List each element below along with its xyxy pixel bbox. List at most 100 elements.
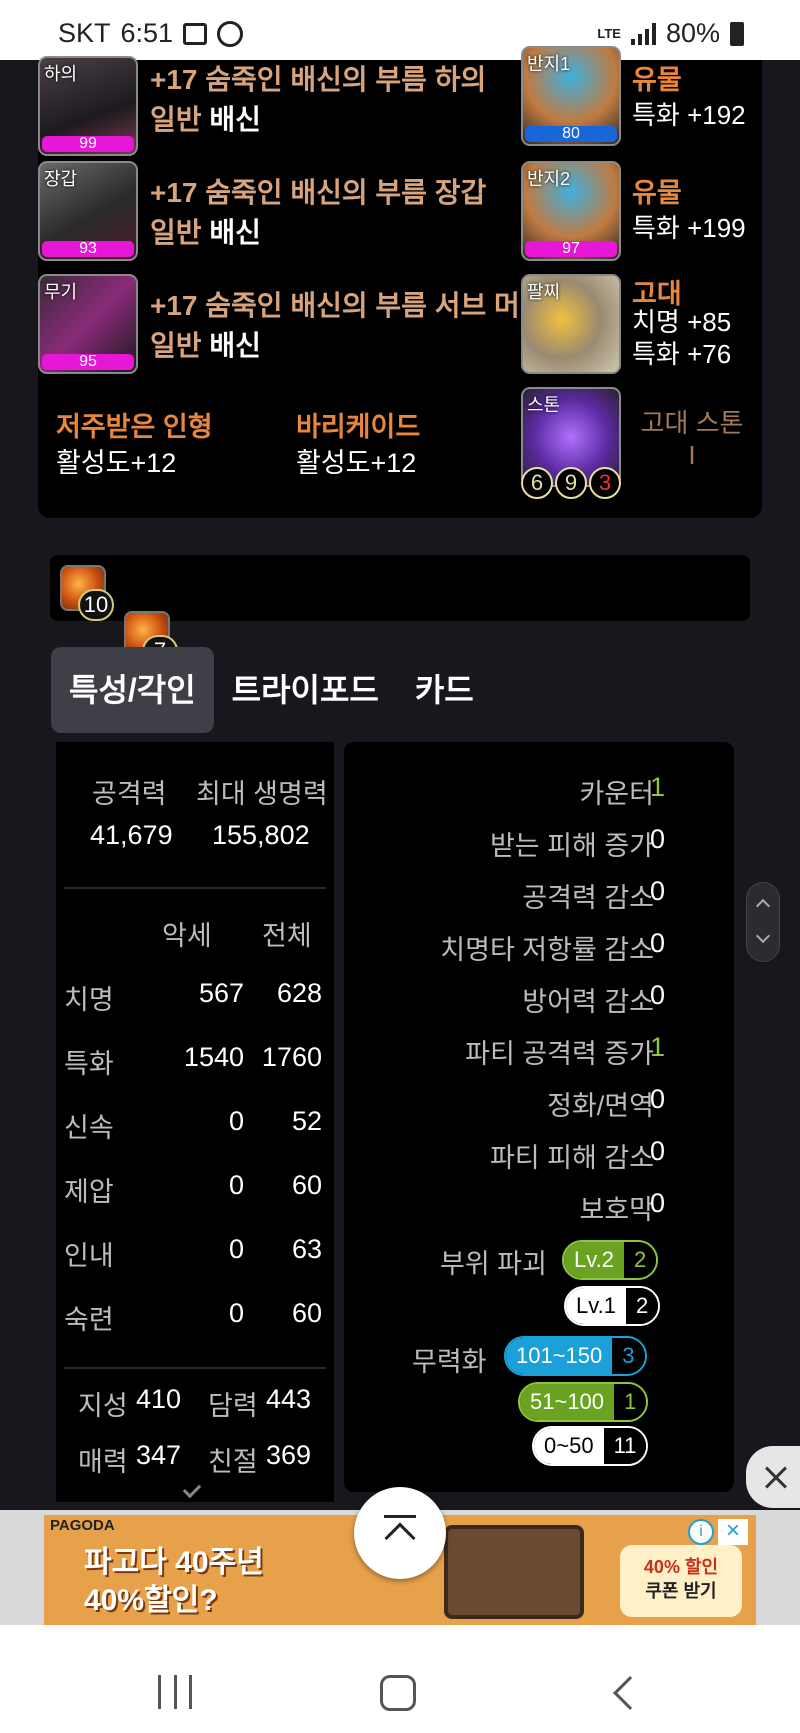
effect-name: 파티 피해 감소 — [489, 1143, 654, 1173]
gun-icon: 무기 95 — [38, 274, 138, 374]
item-grade: 일반 배신 — [150, 330, 261, 361]
effect-value: 0 — [650, 1188, 666, 1218]
divider — [64, 887, 326, 889]
close-ad-button[interactable] — [746, 1446, 800, 1508]
combat-effects-panel: 카운터 1 받는 피해 증가 0 공격력 감소 0 치명타 저항률 감소 0 방… — [344, 742, 734, 1492]
part-break-label: 부위 파괴 — [440, 1249, 547, 1279]
item-name: +17 숨죽인 배신의 부름 장갑 — [150, 177, 487, 208]
hp-label: 최대 생명력 — [196, 779, 328, 809]
effect-value: 0 — [650, 824, 666, 854]
part-break-pill: Lv.1 2 — [564, 1286, 661, 1326]
accessory-stat: 특화 +199 — [632, 213, 746, 243]
quality-bar: 97 — [525, 241, 617, 257]
home-button[interactable] — [380, 1675, 416, 1711]
stat-acc: 0 — [228, 1106, 244, 1136]
stats-panel: 공격력 41,679 최대 생명력 155,802 악세 전체 치명 567 6… — [56, 742, 334, 1502]
scroll-top-button[interactable] — [354, 1487, 446, 1579]
accessory-grade: 유물 — [632, 178, 682, 208]
stone-item[interactable]: 스톤 6 9 3 — [521, 387, 621, 499]
effect-value: 0 — [650, 928, 666, 958]
ring-icon: 반지1 80 — [521, 46, 621, 146]
slot-label: 팔찌 — [527, 282, 561, 302]
effect-value: 1 — [650, 772, 666, 802]
stat-total: 60 — [291, 1298, 322, 1328]
stat-acc: 0 — [228, 1170, 244, 1200]
slot-label: 스톤 — [527, 395, 561, 415]
bracelet-icon: 팔찌 — [521, 274, 621, 374]
signal-icon — [630, 22, 656, 45]
slot-label: 하의 — [44, 64, 78, 84]
accessory-stat: 특화 +76 — [632, 339, 732, 369]
slot-label: 반지2 — [527, 169, 571, 189]
ad-info-icon[interactable]: i — [688, 1519, 714, 1545]
equip-item[interactable]: 무기 95 — [38, 274, 138, 374]
col-accessory: 악세 — [162, 921, 212, 951]
stat-total: 1760 — [261, 1042, 322, 1072]
battery-icon — [730, 21, 744, 46]
attr-name: 친절 — [208, 1447, 258, 1477]
recent-apps-button[interactable] — [158, 1675, 192, 1709]
clock: 6:51 — [120, 18, 174, 48]
chevron-down-icon[interactable] — [182, 1479, 202, 1499]
tab-cards[interactable]: 카드 — [397, 647, 492, 733]
tab-tripod[interactable]: 트라이포드 — [214, 647, 397, 733]
stat-name: 제압 — [64, 1177, 114, 1207]
ad-tv-image — [444, 1525, 584, 1619]
attr-name: 매력 — [78, 1447, 128, 1477]
stat-name: 인내 — [64, 1241, 114, 1271]
attr-value: 443 — [266, 1384, 312, 1414]
stone-level-2: 9 — [555, 467, 587, 499]
scroll-handle[interactable] — [746, 882, 780, 962]
quality-bar: 95 — [42, 354, 134, 370]
attr-value: 369 — [266, 1440, 312, 1470]
effect-name: 방어력 감소 — [522, 987, 654, 1017]
effect-value: 1 — [650, 1032, 666, 1062]
item-grade: 일반 배신 — [150, 104, 261, 135]
battery-percent: 80% — [665, 18, 720, 48]
quality-bar: 93 — [42, 241, 134, 257]
accessory-item[interactable]: 반지1 80 — [521, 46, 621, 146]
effect-name: 치명타 저항률 감소 — [440, 935, 654, 965]
neutralize-label: 무력화 — [412, 1347, 487, 1377]
divider — [64, 1367, 326, 1369]
stat-acc: 567 — [198, 978, 244, 1008]
col-total: 전체 — [262, 921, 312, 951]
stat-acc: 1540 — [183, 1042, 244, 1072]
effect-name: 정화/면역 — [547, 1091, 654, 1121]
equip-item[interactable]: 장갑 93 — [38, 161, 138, 261]
effect-name: 공격력 감소 — [522, 883, 654, 913]
effect-value: 0 — [650, 980, 666, 1010]
engraving-title: 바리케이드 — [296, 412, 421, 442]
stat-acc: 0 — [228, 1298, 244, 1328]
ad-close-icon[interactable]: × — [718, 1519, 748, 1545]
chevron-up-icon — [384, 1522, 416, 1554]
neutralize-pill: 51~100 1 — [518, 1382, 649, 1422]
engraving-value: 활성도+12 — [296, 448, 417, 478]
ring-icon: 반지2 97 — [521, 161, 621, 261]
lte-icon: LTE — [597, 26, 621, 41]
effect-name: 받는 피해 증가 — [489, 831, 654, 861]
back-button[interactable] — [613, 1676, 647, 1710]
item-name: +17 숨죽인 배신의 부름 서브 머신 — [150, 290, 520, 321]
accessory-item[interactable]: 반지2 97 — [521, 161, 621, 261]
equip-item[interactable]: 하의 99 — [38, 56, 138, 156]
ad-cta[interactable]: 40% 할인 쿠폰 받기 — [620, 1545, 742, 1617]
item-grade: 일반 배신 — [150, 217, 261, 248]
gem-icon[interactable]: 10 — [60, 565, 114, 621]
stat-acc: 0 — [228, 1234, 244, 1264]
gem-bar: 10 7 — [50, 555, 750, 667]
effect-name: 보호막 — [579, 1195, 654, 1225]
tab-engravings[interactable]: 특성/각인 — [51, 647, 214, 733]
attr-name: 담력 — [208, 1391, 258, 1421]
status-bar: SKT 6:51 LTE 80% — [0, 0, 800, 60]
stat-name: 치명 — [64, 985, 114, 1015]
stone-name: 고대 스톤 I — [640, 408, 744, 470]
part-break-pill: Lv.2 2 — [562, 1240, 659, 1280]
effect-value: 0 — [650, 1136, 666, 1166]
accessory-item[interactable]: 팔찌 — [521, 274, 621, 374]
stat-total: 628 — [276, 978, 322, 1008]
ad-subline: 40%할인? — [84, 1584, 218, 1617]
slot-label: 반지1 — [527, 54, 571, 74]
effect-value: 0 — [650, 876, 666, 906]
slot-label: 장갑 — [44, 169, 78, 189]
